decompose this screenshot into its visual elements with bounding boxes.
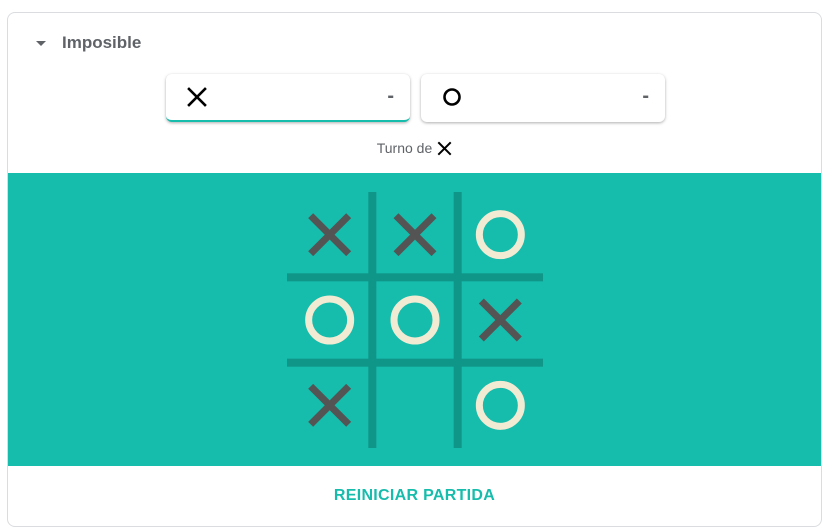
game-board [287, 192, 543, 448]
x-mark-icon [437, 141, 452, 155]
footer: REINICIAR PARTIDA [8, 466, 821, 526]
board-area [8, 173, 821, 466]
board-cell[interactable] [372, 363, 457, 448]
player-x-score: - [387, 85, 394, 107]
game-card: Imposible - - Turno de REINICIAR PARTIDA [7, 12, 822, 527]
player-x-card[interactable]: - [166, 74, 410, 122]
turn-label: Turno de [376, 140, 433, 156]
cell-hitarea [458, 363, 543, 448]
caret-down-icon [36, 40, 46, 46]
cell-hitarea [372, 277, 457, 362]
board-cell[interactable] [287, 277, 372, 362]
player-o-score: - [642, 85, 649, 107]
board-svg [287, 192, 543, 448]
turn-indicator: Turno de [8, 140, 821, 156]
board-cell[interactable] [372, 277, 457, 362]
board-cell[interactable] [458, 363, 543, 448]
x-mark-icon [187, 87, 207, 107]
board-cell[interactable] [287, 363, 372, 448]
cell-hitarea [287, 277, 372, 362]
board-cell[interactable] [458, 192, 543, 277]
board-cell[interactable] [372, 192, 457, 277]
reset-game-button[interactable]: REINICIAR PARTIDA [318, 479, 511, 513]
board-cell[interactable] [458, 277, 543, 362]
o-mark-icon [443, 88, 461, 106]
board-cell[interactable] [287, 192, 372, 277]
difficulty-label: Imposible [62, 33, 142, 52]
player-o-card[interactable]: - [421, 74, 665, 122]
cell-hitarea [458, 192, 543, 277]
cell-hitarea [372, 363, 457, 448]
difficulty-selector[interactable]: Imposible [36, 33, 141, 53]
